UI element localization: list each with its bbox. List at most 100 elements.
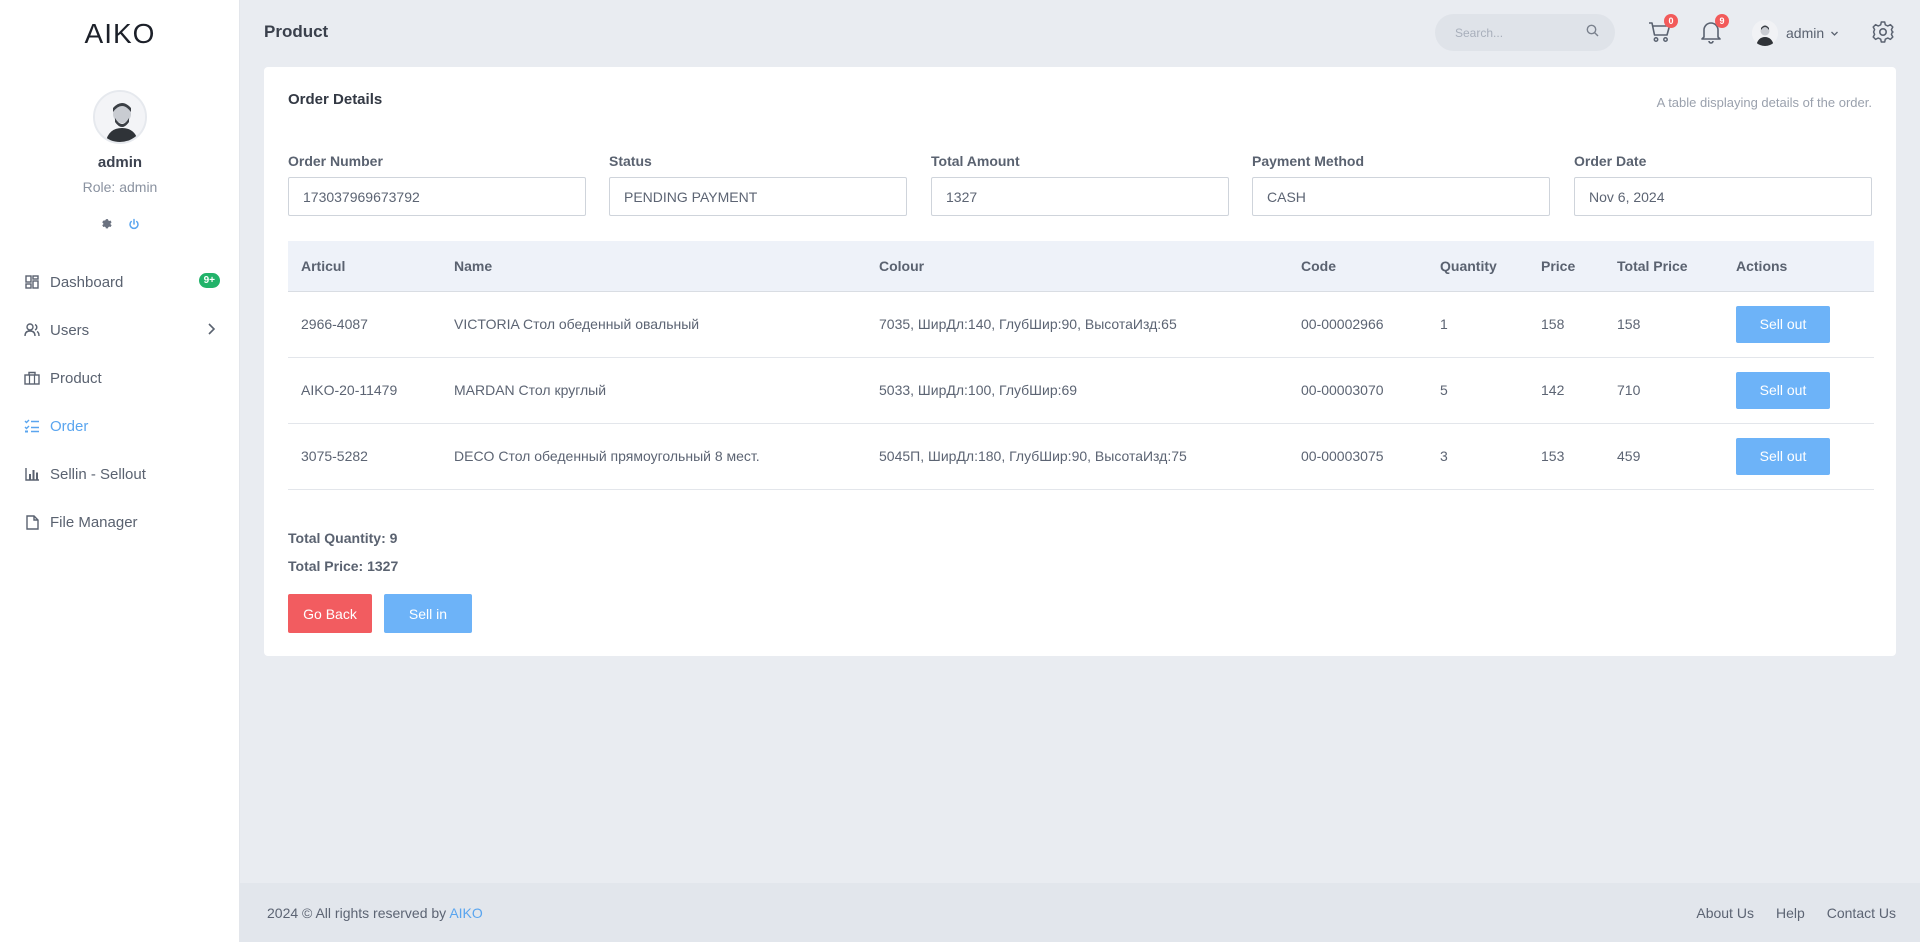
order-icon (24, 418, 40, 434)
footer-link-about[interactable]: About Us (1696, 905, 1754, 921)
sidebar-item-product[interactable]: Product (0, 354, 240, 402)
sidebar-item-label: Dashboard (50, 273, 124, 291)
order-number-input[interactable] (288, 177, 586, 216)
total-quantity: Total Quantity: 9 (288, 530, 398, 546)
column-header[interactable]: Colour (866, 241, 1288, 292)
power-icon[interactable] (128, 217, 140, 235)
footer-link-help[interactable]: Help (1776, 905, 1805, 921)
avatar (1752, 20, 1778, 46)
cell-price: 153 (1528, 423, 1604, 490)
bell-icon (1699, 22, 1723, 48)
sidebar-item-users[interactable]: Users (0, 306, 240, 354)
cell-articul: AIKO-20-11479 (288, 357, 441, 424)
sell-out-button[interactable]: Sell out (1736, 305, 1830, 343)
order-date-input[interactable] (1574, 177, 1872, 216)
field-label: Order Date (1574, 153, 1647, 169)
column-header[interactable]: Quantity (1427, 241, 1528, 292)
cell-total-price: 710 (1604, 357, 1723, 424)
cell-price: 158 (1528, 291, 1604, 358)
cell-actions: Sell out (1723, 423, 1874, 490)
logo[interactable]: AIKO (0, 18, 240, 50)
sell-out-button[interactable]: Sell out (1736, 437, 1830, 475)
cell-quantity: 1 (1427, 291, 1528, 358)
notification-badge: 9 (1715, 14, 1729, 28)
search-input[interactable] (1455, 25, 1585, 40)
cell-actions: Sell out (1723, 291, 1874, 358)
status-input[interactable] (609, 177, 907, 216)
column-header[interactable]: Total Price (1604, 241, 1723, 292)
cell-total-price: 459 (1604, 423, 1723, 490)
dashboard-icon (24, 274, 40, 290)
cell-articul: 3075-5282 (288, 423, 441, 490)
cell-colour: 7035, ШирДл:140, ГлубШир:90, ВысотаИзд:6… (866, 291, 1288, 358)
cell-price: 142 (1528, 357, 1604, 424)
cart-button[interactable]: 0 (1648, 14, 1678, 48)
column-header[interactable]: Name (441, 241, 866, 292)
sidebar-user-actions (100, 218, 140, 234)
total-price: Total Price: 1327 (288, 558, 399, 574)
notifications-button[interactable]: 9 (1699, 14, 1729, 48)
sidebar-user-name: admin (97, 154, 143, 171)
cell-colour: 5033, ШирДл:100, ГлубШир:69 (866, 357, 1288, 424)
cell-articul: 2966-4087 (288, 291, 441, 358)
footer-copyright: 2024 © All rights reserved by AIKO (267, 905, 483, 921)
go-back-button[interactable]: Go Back (288, 594, 372, 633)
footer-links: About Us Help Contact Us (1696, 905, 1896, 921)
product-icon (24, 370, 40, 386)
sidebar-item-dashboard[interactable]: Dashboard 9+ (0, 258, 240, 306)
page-title: Product (264, 22, 329, 41)
dashboard-badge: 9+ (198, 273, 220, 288)
sidebar-item-label: File Manager (50, 513, 138, 531)
total-amount-input[interactable] (931, 177, 1229, 216)
column-header[interactable]: Articul (288, 241, 441, 292)
sell-in-button[interactable]: Sell in (384, 594, 472, 633)
table-row: 2966-4087 VICTORIA Стол обеденный овальн… (288, 291, 1874, 358)
search-icon[interactable] (1586, 24, 1599, 42)
footer-brand-link[interactable]: AIKO (449, 905, 482, 921)
chevron-right-icon (206, 322, 216, 340)
cell-name: MARDAN Стол круглый (441, 357, 866, 424)
sidebar-item-label: Order (50, 417, 89, 435)
footer: 2024 © All rights reserved by AIKO About… (240, 883, 1920, 942)
order-items-table: Articul Name Colour Code Quantity Price … (288, 241, 1874, 490)
cell-name: VICTORIA Стол обеденный овальный (441, 291, 866, 358)
sidebar-nav: Dashboard 9+ Users Product Order Sellin … (0, 258, 240, 546)
field-label: Status (609, 153, 652, 169)
user-menu-name: admin (1786, 25, 1825, 41)
footer-link-contact[interactable]: Contact Us (1827, 905, 1896, 921)
order-details-card: Order Details A table displaying details… (264, 67, 1896, 656)
column-header: Actions (1723, 241, 1874, 292)
sidebar-item-order[interactable]: Order (0, 402, 240, 450)
cell-actions: Sell out (1723, 357, 1874, 424)
status-field: Status (609, 153, 907, 216)
file-icon (24, 514, 40, 530)
sidebar-item-label: Users (50, 321, 90, 339)
settings-button[interactable] (1871, 20, 1897, 46)
sidebar-user-role: Role: admin (82, 179, 158, 195)
cell-colour: 5045П, ШирДл:180, ГлубШир:90, ВысотаИзд:… (866, 423, 1288, 490)
gear-icon (1871, 21, 1895, 48)
payment-method-field: Payment Method (1252, 153, 1550, 216)
users-icon (24, 322, 40, 338)
table-header-row: Articul Name Colour Code Quantity Price … (288, 241, 1874, 292)
search-bar (1435, 14, 1615, 51)
chevron-down-icon (1830, 25, 1839, 41)
field-label: Payment Method (1252, 153, 1365, 169)
column-header[interactable]: Price (1528, 241, 1604, 292)
payment-method-input[interactable] (1252, 177, 1550, 216)
chart-icon (24, 466, 40, 482)
sidebar-item-label: Product (50, 369, 102, 387)
gear-icon[interactable] (100, 217, 113, 235)
table-row: 3075-5282 DECO Стол обеденный прямоуголь… (288, 423, 1874, 490)
user-menu[interactable]: admin (1752, 20, 1845, 46)
sell-out-button[interactable]: Sell out (1736, 371, 1830, 409)
sidebar-item-file-manager[interactable]: File Manager (0, 498, 240, 546)
avatar[interactable] (93, 90, 147, 144)
order-number-field: Order Number (288, 153, 586, 216)
cell-quantity: 5 (1427, 357, 1528, 424)
sidebar-item-sellin-sellout[interactable]: Sellin - Sellout (0, 450, 240, 498)
field-label: Total Amount (931, 153, 1020, 169)
cell-quantity: 3 (1427, 423, 1528, 490)
cart-icon (1648, 22, 1672, 48)
column-header[interactable]: Code (1288, 241, 1427, 292)
